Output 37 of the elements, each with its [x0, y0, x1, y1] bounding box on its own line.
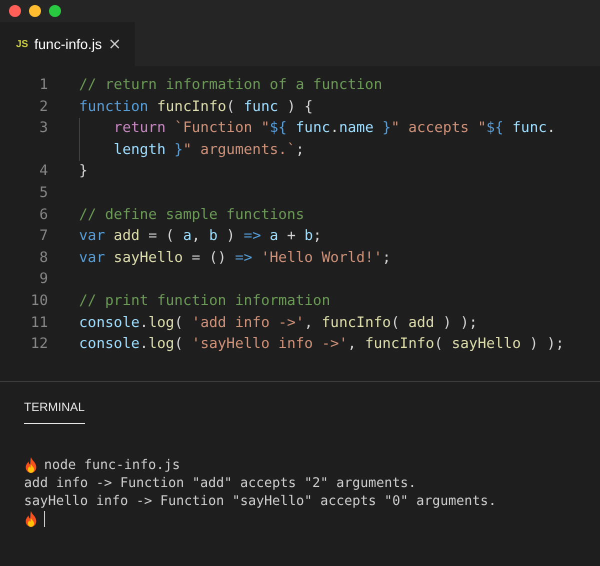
line-number: 12 — [30, 335, 48, 354]
code-line: console.log( 'add info ->', funcInfo( add ) ); — [79, 314, 478, 333]
code-line: // return information of a function — [79, 76, 382, 95]
output-line: add info -> Function "add" accepts "2" arguments. — [24, 476, 416, 490]
line-number: 8 — [38, 248, 48, 268]
minimize-button[interactable] — [29, 5, 41, 17]
line-number: 7 — [38, 227, 48, 246]
zoom-button[interactable] — [49, 5, 61, 17]
line-number: 10 — [30, 292, 48, 311]
fire-icon — [24, 457, 38, 473]
code-line: function funcInfo( func ) { — [79, 98, 313, 117]
code-line: console.log( 'sayHello info ->', funcInfo( sayHello ) ); — [79, 335, 564, 354]
line-number: 11 — [30, 314, 48, 333]
js-file-icon: JS — [16, 38, 28, 50]
output-line: sayHello info -> Function "sayHello" accepts "0" arguments. — [24, 494, 496, 508]
close-icon[interactable]: × — [108, 36, 122, 52]
code-line: length }" arguments.`; — [112, 140, 304, 160]
fire-icon — [24, 511, 38, 527]
line-number: 2 — [38, 98, 48, 117]
tab-label: func-info.js — [34, 36, 102, 52]
line-number: 4 — [38, 162, 48, 182]
code-line: } — [79, 162, 88, 182]
code-line: var sayHello = () => 'Hello World!'; — [79, 248, 391, 268]
line-number: 9 — [38, 270, 48, 290]
terminal-tab[interactable]: TERMINAL — [24, 400, 85, 424]
command-text: node func-info.js — [44, 458, 180, 472]
code-line: var add = ( a, b ) => a + b; — [79, 227, 322, 246]
text-cursor — [44, 511, 45, 527]
code-line: // print function information — [79, 292, 330, 311]
code-line: return `Function "${ func.name }" accepts "${ func. — [112, 119, 556, 138]
file-tab[interactable]: JS func-info.js × — [0, 22, 136, 66]
line-number: 3 — [38, 119, 48, 138]
code-line: // define sample functions — [79, 206, 304, 225]
line-number: 1 — [38, 76, 48, 95]
line-number: 5 — [38, 184, 48, 203]
line-number: 6 — [38, 206, 48, 225]
close-button[interactable] — [9, 5, 21, 17]
